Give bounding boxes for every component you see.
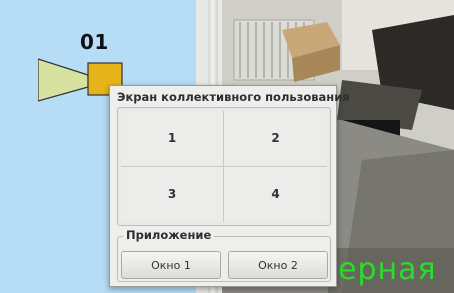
screen-cell-4[interactable]: 4 — [224, 166, 327, 222]
screen-grid: 1 2 3 4 — [121, 111, 327, 222]
video-overlay-text: ерная — [338, 252, 437, 287]
application-label: Приложение — [123, 228, 215, 242]
screen-cell-2[interactable]: 2 — [224, 111, 327, 167]
application-group: Приложение Окно 1 Окно 2 — [117, 228, 331, 282]
camera-number-label: 01 — [80, 30, 109, 54]
window-1-button[interactable]: Окно 1 — [121, 251, 221, 279]
screen-grid-group: 1 2 3 4 — [117, 107, 331, 226]
video-overlay-caption: ерная — [328, 248, 454, 293]
window-2-button[interactable]: Окно 2 — [228, 251, 328, 279]
dialog-title: Экран коллективного пользования — [117, 90, 350, 104]
screen-cell-3[interactable]: 3 — [121, 166, 224, 222]
screen-cell-1[interactable]: 1 — [121, 111, 224, 167]
shared-screen-dialog[interactable]: Экран коллективного пользования 1 2 3 4 … — [109, 85, 350, 287]
